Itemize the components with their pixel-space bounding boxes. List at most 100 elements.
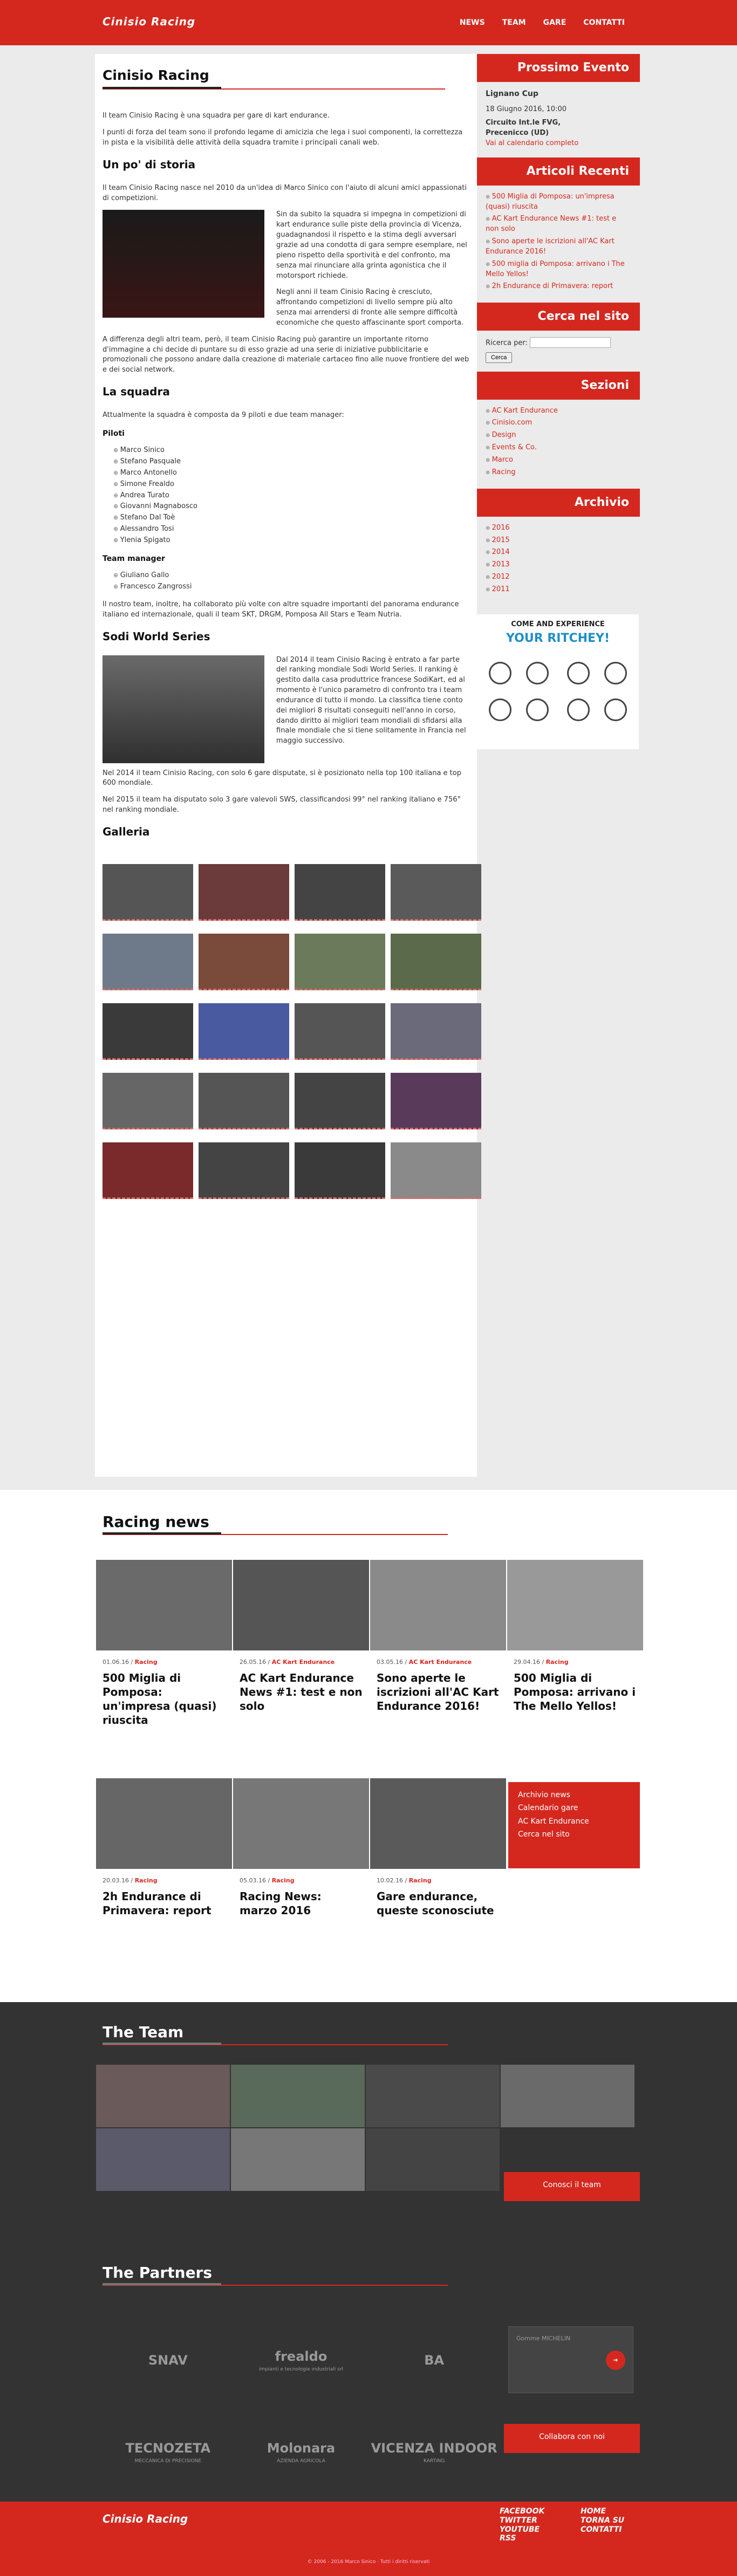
archivio-link[interactable]: 2012 bbox=[492, 573, 510, 581]
articolo-link[interactable]: Sono aperte le iscrizioni all'AC Kart En… bbox=[486, 237, 615, 256]
gallery-thumb[interactable] bbox=[391, 864, 481, 921]
news-date: 26.05.16 bbox=[240, 1659, 266, 1666]
news-title[interactable]: 2h Endurance di Primavera: report bbox=[96, 1889, 232, 1917]
gallery-thumb[interactable] bbox=[295, 1003, 385, 1060]
news-card[interactable]: 03.05.16 / AC Kart Endurance Sono aperte… bbox=[370, 1560, 506, 1713]
news-card[interactable]: 20.03.16 / Racing 2h Endurance di Primav… bbox=[96, 1778, 232, 1917]
gallery-thumb[interactable] bbox=[103, 1142, 193, 1199]
news-category[interactable]: AC Kart Endurance bbox=[409, 1659, 472, 1666]
gallery-thumb[interactable] bbox=[295, 1142, 385, 1199]
news-title[interactable]: Gare endurance, queste sconosciute bbox=[370, 1889, 506, 1917]
home-link[interactable]: Home bbox=[581, 2507, 624, 2516]
news-title[interactable]: Racing News: marzo 2016 bbox=[233, 1889, 369, 1917]
torna-su-link[interactable]: Torna su bbox=[581, 2516, 624, 2525]
partner-logo[interactable]: TECNOZETA MECCANICA DI PRECISIONE bbox=[101, 2414, 235, 2490]
team-photo[interactable] bbox=[231, 2128, 365, 2191]
gallery-thumb[interactable] bbox=[199, 1003, 289, 1060]
facebook-link[interactable]: Facebook bbox=[500, 2507, 544, 2516]
gallery-thumb[interactable] bbox=[199, 1072, 289, 1129]
gallery-thumb[interactable] bbox=[103, 1003, 193, 1060]
rss-link[interactable]: RSS bbox=[500, 2534, 544, 2543]
sezione-link[interactable]: Events & Co. bbox=[492, 443, 537, 451]
gallery-thumb[interactable] bbox=[103, 1072, 193, 1129]
gallery-thumb[interactable] bbox=[391, 1142, 481, 1199]
contatti-link[interactable]: Contatti bbox=[581, 2525, 624, 2534]
nav-gare[interactable]: Gare bbox=[543, 17, 567, 28]
arrow-right-icon[interactable]: ➔ bbox=[606, 2351, 625, 2370]
nav-team[interactable]: Team bbox=[502, 17, 526, 28]
news-category[interactable]: AC Kart Endurance bbox=[272, 1659, 335, 1666]
articolo-link[interactable]: 500 Miglia di Pomposa: un'impresa (quasi… bbox=[486, 193, 615, 211]
collabora-button[interactable]: Collabora con noi bbox=[504, 2424, 640, 2453]
calendario-link[interactable]: Vai al calendario completo bbox=[486, 139, 631, 149]
ritchey-ad[interactable]: COME AND EXPERIENCE YOUR RITCHEY! bbox=[477, 614, 639, 749]
sezione-link[interactable]: AC Kart Endurance bbox=[492, 407, 558, 415]
gallery-thumb[interactable] bbox=[103, 864, 193, 921]
sezione-link[interactable]: Design bbox=[492, 431, 516, 439]
nav-news[interactable]: News bbox=[460, 17, 485, 28]
archivio-link[interactable]: 2013 bbox=[492, 560, 510, 568]
ac-kart-endurance-link[interactable]: AC Kart Endurance bbox=[518, 1816, 630, 1827]
search-input[interactable] bbox=[529, 337, 611, 348]
twitter-link[interactable]: Twitter bbox=[500, 2516, 544, 2525]
news-category[interactable]: Racing bbox=[135, 1659, 158, 1666]
sezione-link[interactable]: Marco bbox=[492, 456, 513, 464]
archivio-link[interactable]: 2014 bbox=[492, 548, 510, 556]
news-card[interactable]: 10.02.16 / Racing Gare endurance, queste… bbox=[370, 1778, 506, 1917]
articolo-link[interactable]: 2h Endurance di Primavera: report bbox=[492, 282, 613, 290]
gallery-thumb[interactable] bbox=[199, 933, 289, 990]
search-button[interactable]: Cerca bbox=[486, 352, 513, 363]
list-item: 2012 bbox=[486, 572, 631, 583]
articolo-link[interactable]: 500 miglia di Pomposa: arrivano i The Me… bbox=[486, 260, 625, 278]
news-card[interactable]: 26.05.16 / AC Kart Endurance AC Kart End… bbox=[233, 1560, 369, 1713]
gallery-thumb[interactable] bbox=[199, 864, 289, 921]
news-title[interactable]: 500 Miglia di Pomposa: un'impresa (quasi… bbox=[96, 1671, 232, 1727]
news-card[interactable]: 05.03.16 / Racing Racing News: marzo 201… bbox=[233, 1778, 369, 1917]
site-logo[interactable]: Cinisio Racing bbox=[103, 14, 195, 30]
partner-logo[interactable]: Molonara AZIENDA AGRICOLA bbox=[235, 2414, 368, 2490]
team-photo[interactable] bbox=[366, 2065, 500, 2127]
nav-contatti[interactable]: Contatti bbox=[583, 17, 625, 28]
conosci-team-button[interactable]: Conosci il team bbox=[504, 2172, 640, 2201]
articolo-link[interactable]: AC Kart Endurance News #1: test e non so… bbox=[486, 215, 616, 233]
team-photo[interactable] bbox=[96, 2065, 230, 2127]
partner-logo[interactable]: BA bbox=[367, 2322, 501, 2398]
partner-logo[interactable]: VICENZA INDOOR KARTING bbox=[367, 2414, 501, 2490]
gallery-thumb[interactable] bbox=[295, 933, 385, 990]
michelin-ad[interactable]: Gomme MICHELIN ➔ bbox=[508, 2326, 633, 2393]
team-photo[interactable] bbox=[366, 2128, 500, 2191]
gallery-thumb[interactable] bbox=[391, 933, 481, 990]
gallery-thumb[interactable] bbox=[391, 1003, 481, 1060]
news-card[interactable]: 01.06.16 / Racing 500 Miglia di Pomposa:… bbox=[96, 1560, 232, 1727]
piloti-heading: Piloti bbox=[103, 429, 125, 438]
news-category[interactable]: Racing bbox=[409, 1877, 432, 1884]
sezione-link[interactable]: Cinisio.com bbox=[492, 419, 533, 427]
team-photo[interactable] bbox=[501, 2065, 634, 2127]
sezione-link[interactable]: Racing bbox=[492, 468, 516, 476]
news-category[interactable]: Racing bbox=[272, 1877, 295, 1884]
news-title[interactable]: AC Kart Endurance News #1: test e non so… bbox=[233, 1671, 369, 1713]
gallery-thumb[interactable] bbox=[391, 1072, 481, 1129]
gallery-thumb[interactable] bbox=[295, 864, 385, 921]
gallery-thumb[interactable] bbox=[199, 1142, 289, 1199]
news-title[interactable]: Sono aperte le iscrizioni all'AC Kart En… bbox=[370, 1671, 506, 1713]
news-category[interactable]: Racing bbox=[546, 1659, 569, 1666]
partner-logo[interactable]: SNAV bbox=[101, 2322, 235, 2398]
ad-line-2: YOUR RITCHEY! bbox=[506, 631, 610, 645]
partner-logo[interactable]: frealdo impianti e tecnologie industriali… bbox=[235, 2322, 368, 2398]
archivio-link[interactable]: 2016 bbox=[492, 524, 510, 532]
footer-logo[interactable]: Cinisio Racing bbox=[103, 2511, 188, 2527]
team-photo[interactable] bbox=[96, 2128, 230, 2191]
cerca-nel-sito-link[interactable]: Cerca nel sito bbox=[518, 1829, 630, 1840]
archivio-link[interactable]: 2015 bbox=[492, 536, 510, 544]
archivio-link[interactable]: 2011 bbox=[492, 585, 510, 593]
calendario-gare-link[interactable]: Calendario gare bbox=[518, 1803, 630, 1813]
team-photo[interactable] bbox=[231, 2065, 365, 2127]
news-category[interactable]: Racing bbox=[135, 1877, 158, 1884]
archivio-news-link[interactable]: Archivio news bbox=[518, 1790, 630, 1800]
news-card[interactable]: 29.04.16 / Racing 500 Miglia di Pomposa:… bbox=[507, 1560, 643, 1713]
gallery-thumb[interactable] bbox=[103, 933, 193, 990]
youtube-link[interactable]: Youtube bbox=[500, 2525, 544, 2534]
news-title[interactable]: 500 Miglia di Pomposa: arrivano i The Me… bbox=[507, 1671, 643, 1713]
gallery-thumb[interactable] bbox=[295, 1072, 385, 1129]
